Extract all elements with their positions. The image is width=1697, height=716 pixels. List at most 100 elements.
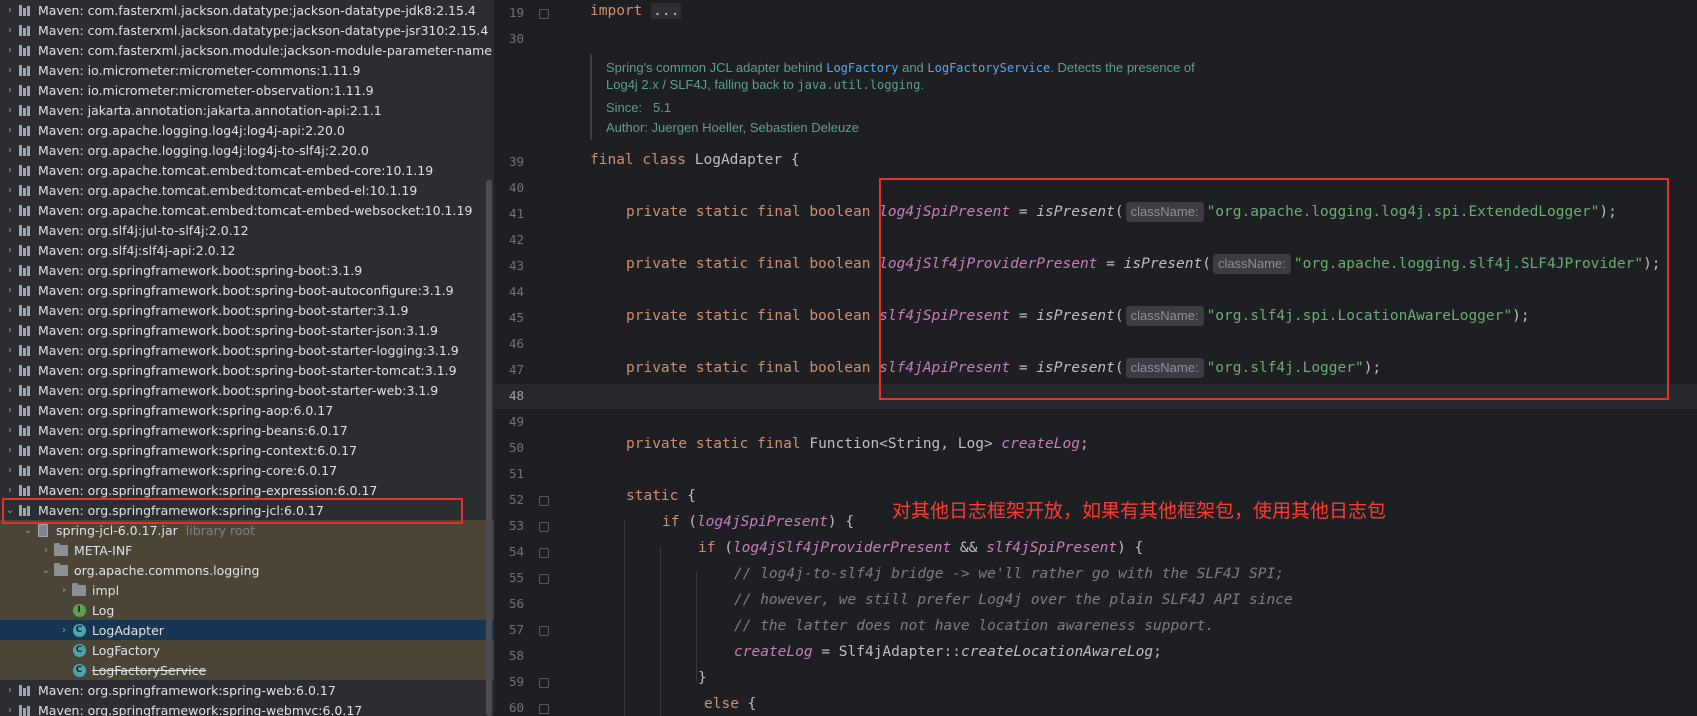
library-icon: [16, 4, 34, 16]
chevron-right-icon[interactable]: ›: [4, 345, 16, 356]
folder-icon: [70, 582, 88, 596]
chevron-right-icon[interactable]: ›: [4, 145, 16, 156]
tree-item-logfactoryservice[interactable]: C LogFactoryService: [0, 660, 494, 680]
tree-item-maven-org-apache-logging-log4j-log4j-to-slf4j-2-20-0[interactable]: › Maven: org.apache.logging.log4j:log4j-t…: [0, 140, 494, 160]
chevron-right-icon[interactable]: ›: [4, 265, 16, 276]
chevron-right-icon[interactable]: ›: [4, 65, 16, 76]
chevron-right-icon[interactable]: ›: [40, 545, 52, 556]
line-number: 60: [508, 700, 524, 715]
tree-item-maven-org-springframework-spring-aop-6-0-17[interactable]: › Maven: org.springframework:spring-aop:6…: [0, 400, 494, 420]
doc-description-line-2: Log4j 2.x / SLF4J, falling back to java.…: [606, 77, 924, 92]
tree-item-maven-io-micrometer-micrometer-observation-1-11-9[interactable]: › Maven: io.micrometer:micrometer-observa…: [0, 80, 494, 100]
fold-marker[interactable]: [539, 626, 549, 636]
chevron-right-icon[interactable]: ›: [4, 705, 16, 716]
chevron-right-icon[interactable]: ›: [4, 185, 16, 196]
fold-marker[interactable]: [539, 9, 549, 19]
tree-item-label: Maven: jakarta.annotation:jakarta.annota…: [38, 102, 382, 118]
line-number: 55: [508, 570, 524, 585]
tree-item-package[interactable]: ⌄ org.apache.commons.logging: [0, 560, 494, 580]
line-number: 30: [508, 31, 524, 46]
tree-item-maven-org-springframework-spring-web-6-0-17[interactable]: › Maven: org.springframework:spring-web:6…: [0, 680, 494, 700]
chevron-right-icon[interactable]: ›: [4, 245, 16, 256]
tree-item-maven-org-springframework-boot-spring-boot-starter-logging-3[interactable]: › Maven: org.springframework.boot:spring-…: [0, 340, 494, 360]
chevron-right-icon[interactable]: ›: [58, 625, 70, 636]
tree-item-maven-org-springframework-boot-spring-boot-starter-json-3-1-[interactable]: › Maven: org.springframework.boot:spring-…: [0, 320, 494, 340]
fold-marker[interactable]: [539, 522, 549, 532]
fold-marker[interactable]: [539, 574, 549, 584]
fold-marker[interactable]: [539, 704, 549, 714]
tree-item-maven-org-apache-tomcat-embed-tomcat-embed-websocket-10-1-19[interactable]: › Maven: org.apache.tomcat.embed:tomcat-e…: [0, 200, 494, 220]
tree-item-maven-org-springframework-spring-context-6-0-17[interactable]: › Maven: org.springframework:spring-conte…: [0, 440, 494, 460]
code-line-function-field: private static final Function<String, Lo…: [626, 436, 1089, 452]
fold-marker[interactable]: [539, 496, 549, 506]
tree-item-maven-io-micrometer-micrometer-commons-1-11-9[interactable]: › Maven: io.micrometer:micrometer-commons…: [0, 60, 494, 80]
chevron-right-icon[interactable]: ›: [4, 105, 16, 116]
tree-item-maven-org-springframework-spring-webmvc-6-0-17[interactable]: › Maven: org.springframework:spring-webmv…: [0, 700, 494, 716]
tree-item-maven-org-apache-tomcat-embed-tomcat-embed-el-10-1-19[interactable]: › Maven: org.apache.tomcat.embed:tomcat-e…: [0, 180, 494, 200]
chevron-right-icon[interactable]: ›: [4, 225, 16, 236]
chevron-right-icon[interactable]: ›: [4, 685, 16, 696]
chevron-right-icon[interactable]: ›: [4, 385, 16, 396]
fold-marker[interactable]: [539, 548, 549, 558]
doc-link-logfactory[interactable]: LogFactory: [826, 61, 898, 75]
doc-link-logfactoryservice[interactable]: LogFactoryService: [927, 61, 1050, 75]
code-editor[interactable]: 19 30 39 40 41 42 43 44 45 46 47 48 49 5…: [494, 0, 1697, 716]
chevron-down-icon[interactable]: ⌄: [40, 565, 52, 576]
tree-item-maven-org-springframework-spring-core-6-0-17[interactable]: › Maven: org.springframework:spring-core:…: [0, 460, 494, 480]
tree-item-maven-org-springframework-boot-spring-boot-starter-tomcat-3-[interactable]: › Maven: org.springframework.boot:spring-…: [0, 360, 494, 380]
tree-item-label: Maven: org.springframework.boot:spring-b…: [38, 322, 438, 338]
line-number: 58: [508, 648, 524, 663]
tree-item-maven-org-slf4j-slf4j-api-2-0-12[interactable]: › Maven: org.slf4j:slf4j-api:2.0.12: [0, 240, 494, 260]
fold-marker[interactable]: [539, 678, 549, 688]
line-number: 50: [508, 440, 524, 455]
chevron-right-icon[interactable]: ›: [4, 425, 16, 436]
doc-code-java-util-logging: java.util.logging: [797, 78, 921, 92]
tree-item-maven-org-slf4j-jul-to-slf4j-2-0-12[interactable]: › Maven: org.slf4j:jul-to-slf4j:2.0.12: [0, 220, 494, 240]
chevron-right-icon[interactable]: ›: [4, 325, 16, 336]
chevron-down-icon[interactable]: ⌄: [22, 525, 34, 536]
chevron-right-icon[interactable]: ›: [4, 45, 16, 56]
tree-item-logfactory[interactable]: C LogFactory: [0, 640, 494, 660]
tree-item-maven-com-fasterxml-jackson-datatype-jackson-datatype-jdk8-2[interactable]: › Maven: com.fasterxml.jackson.datatype:j…: [0, 0, 494, 20]
chevron-right-icon[interactable]: ›: [4, 445, 16, 456]
tree-item-log[interactable]: I Log: [0, 600, 494, 620]
tree-item-meta-inf[interactable]: › META-INF: [0, 540, 494, 560]
library-icon: [16, 484, 34, 496]
chevron-right-icon[interactable]: ›: [4, 405, 16, 416]
chevron-right-icon[interactable]: ›: [4, 125, 16, 136]
tree-item-maven-org-springframework-spring-expression-6-0-17[interactable]: › Maven: org.springframework:spring-expre…: [0, 480, 494, 500]
library-icon: [16, 364, 34, 376]
tree-item-maven-org-springframework-boot-spring-boot-starter-3-1-9[interactable]: › Maven: org.springframework.boot:spring-…: [0, 300, 494, 320]
tree-item-maven-jakarta-annotation-jakarta-annotation-api-2-1-1[interactable]: › Maven: jakarta.annotation:jakarta.annot…: [0, 100, 494, 120]
folded-imports[interactable]: ...: [651, 3, 682, 19]
tree-scrollbar[interactable]: [486, 180, 492, 716]
chevron-right-icon[interactable]: ›: [4, 305, 16, 316]
chevron-right-icon[interactable]: ›: [4, 165, 16, 176]
tree-item-maven-com-fasterxml-jackson-module-jackson-module-parameter-[interactable]: › Maven: com.fasterxml.jackson.module:jac…: [0, 40, 494, 60]
tree-item-maven-org-springframework-boot-spring-boot-starter-web-3-1-9[interactable]: › Maven: org.springframework.boot:spring-…: [0, 380, 494, 400]
chevron-right-icon[interactable]: ›: [4, 365, 16, 376]
chevron-right-icon[interactable]: ›: [4, 465, 16, 476]
tree-item-maven-org-apache-logging-log4j-log4j-api-2-20-0[interactable]: › Maven: org.apache.logging.log4j:log4j-a…: [0, 120, 494, 140]
chevron-right-icon[interactable]: ›: [58, 585, 70, 596]
tree-item-maven-org-springframework-boot-spring-boot-autoconfigure-3-1[interactable]: › Maven: org.springframework.boot:spring-…: [0, 280, 494, 300]
tree-item-maven-com-fasterxml-jackson-datatype-jackson-datatype-jsr310[interactable]: › Maven: com.fasterxml.jackson.datatype:j…: [0, 20, 494, 40]
chevron-right-icon[interactable]: ›: [4, 5, 16, 16]
chevron-right-icon[interactable]: ›: [4, 485, 16, 496]
code-line-else: else {: [704, 696, 757, 712]
tree-item-logadapter[interactable]: › C LogAdapter: [0, 620, 494, 640]
tree-item-maven-org-springframework-boot-spring-boot-3-1-9[interactable]: › Maven: org.springframework.boot:spring-…: [0, 260, 494, 280]
tree-item-impl[interactable]: › impl: [0, 580, 494, 600]
tree-item-maven-org-apache-tomcat-embed-tomcat-embed-core-10-1-19[interactable]: › Maven: org.apache.tomcat.embed:tomcat-e…: [0, 160, 494, 180]
tree-item-label: impl: [92, 582, 120, 598]
folder-icon: [52, 562, 70, 576]
tree-item-label: Maven: org.slf4j:slf4j-api:2.0.12: [38, 242, 236, 258]
chevron-right-icon[interactable]: ›: [4, 85, 16, 96]
tree-item-maven-org-springframework-spring-beans-6-0-17[interactable]: › Maven: org.springframework:spring-beans…: [0, 420, 494, 440]
code-comment: // however, we still prefer Log4j over t…: [734, 592, 1293, 608]
library-icon: [16, 384, 34, 396]
chevron-right-icon[interactable]: ›: [4, 205, 16, 216]
doc-author: Author: Juergen Hoeller, Sebastien Deleu…: [606, 120, 859, 135]
chevron-right-icon[interactable]: ›: [4, 285, 16, 296]
chevron-right-icon[interactable]: ›: [4, 25, 16, 36]
